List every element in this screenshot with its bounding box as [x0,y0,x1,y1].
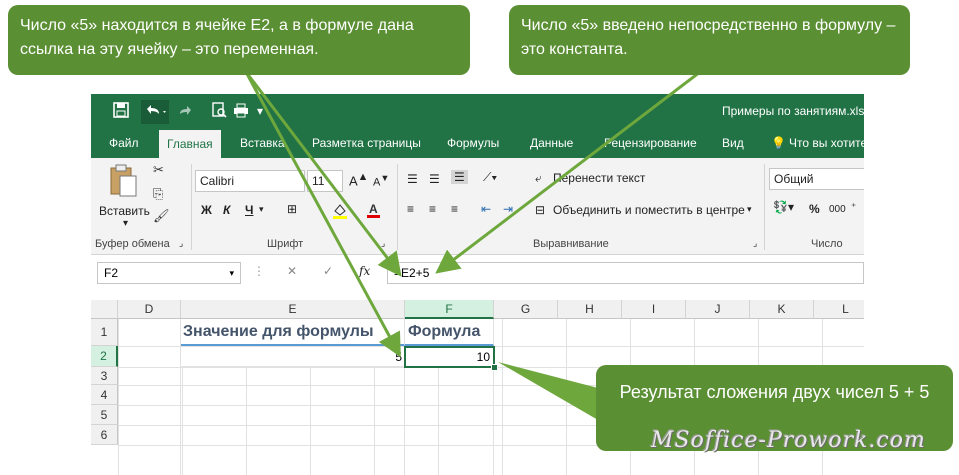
callout-constant: Число «5» введено непосредственно в форм… [509,5,910,75]
watermark: MSoffice-Prowork.com [651,428,926,453]
callout-result-text: Результат сложения двух чисел 5 + 5 [619,382,930,402]
arrow-to-constant [435,70,701,274]
result-callout-pointer [498,362,598,420]
callout-constant-text: Число «5» введено непосредственно в форм… [521,17,896,58]
callout-variable-text: Число «5» находится в ячейке E2, а в фор… [20,17,414,58]
arrow-to-cell-e2 [244,71,401,358]
callout-variable: Число «5» находится в ячейке E2, а в фор… [8,5,470,75]
arrow-to-formula-reference [244,71,402,277]
